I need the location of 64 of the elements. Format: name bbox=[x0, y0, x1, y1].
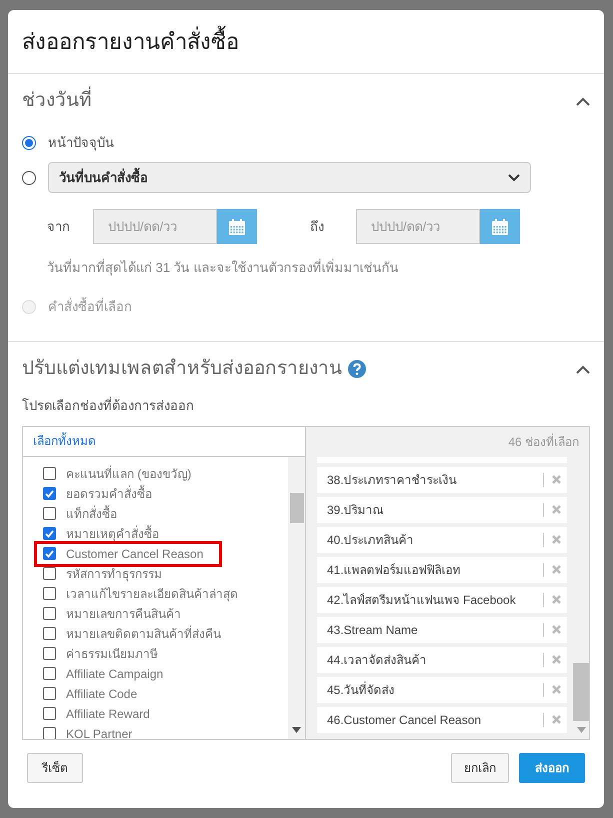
checkbox[interactable] bbox=[43, 547, 56, 560]
field-option[interactable]: แท็กสั่งซื้อ bbox=[41, 504, 133, 524]
radio-label: คำสั่งซื้อที่เลือก bbox=[48, 296, 132, 316]
field-option[interactable]: หมายเลขการคืนสินค้า bbox=[41, 604, 197, 624]
date-range-hint: วันที่มากที่สุดได้แก่ 31 วัน และจะใช้งานตัวกรองที่เพิ่มมาเช่นกัน bbox=[46, 258, 400, 278]
chevron-up-icon[interactable] bbox=[576, 364, 590, 374]
field-option[interactable]: KOL Partner bbox=[41, 724, 148, 738]
field-option[interactable]: เวลาแก้ไขรายละเอียดสินค้าล่าสุด bbox=[41, 584, 254, 604]
chosen-field-item[interactable]: 45.วันที่จัดส่ง bbox=[317, 676, 567, 702]
radio-button[interactable] bbox=[22, 136, 36, 150]
section-title: ปรับแต่งเทมเพลตสำหรับส่งออกรายงาน bbox=[22, 356, 342, 381]
scrollbar-thumb[interactable] bbox=[290, 492, 304, 522]
cancel-button[interactable]: ยกเลิก bbox=[451, 753, 509, 783]
chosen-field-item[interactable]: 40.ประเภทสินค้า bbox=[317, 526, 567, 552]
radio-label: หน้าปัจจุบัน bbox=[48, 134, 114, 152]
field-option[interactable]: Affiliate Campaign bbox=[41, 664, 180, 684]
checkbox[interactable] bbox=[43, 567, 56, 580]
chevron-up-icon[interactable] bbox=[576, 96, 590, 106]
dialog-title: ส่งออกรายงานคำสั่งซื้อ bbox=[22, 25, 239, 58]
field-option[interactable]: Affiliate Code bbox=[41, 684, 154, 704]
chosen-field-item[interactable]: 44.เวลาจัดส่งสินค้า bbox=[317, 646, 567, 672]
chosen-field-item[interactable]: 46.Customer Cancel Reason bbox=[317, 706, 567, 732]
calendar-icon bbox=[228, 218, 246, 234]
checkbox[interactable] bbox=[43, 707, 56, 720]
checkbox[interactable] bbox=[43, 687, 56, 700]
chosen-field-item[interactable]: 39.ปริมาณ bbox=[317, 496, 567, 522]
checkbox[interactable] bbox=[43, 527, 56, 540]
chevron-down-icon bbox=[508, 174, 520, 182]
checkbox[interactable] bbox=[43, 587, 56, 600]
checkbox[interactable] bbox=[43, 607, 56, 620]
date-label: จาก bbox=[47, 218, 71, 236]
section-title: ช่วงวันที่ bbox=[22, 86, 92, 116]
select-all-link[interactable]: เลือกทั้งหมด bbox=[33, 432, 96, 450]
field-option[interactable]: ยอดรวมคำสั่งซื้อ bbox=[41, 484, 168, 504]
field-option[interactable]: คะแนนที่แลก (ของขวัญ) bbox=[41, 464, 208, 484]
checkbox[interactable] bbox=[43, 627, 56, 640]
field-option[interactable]: Customer Cancel Reason bbox=[37, 544, 220, 564]
chosen-field-item[interactable]: 41.แพลตฟอร์มแอฟฟิลิเอท bbox=[317, 556, 567, 582]
scroll-down-arrow-icon[interactable] bbox=[292, 726, 301, 732]
chosen-field-item[interactable]: 42.ไลฟ์สตรีมหน้าแฟนเพจ Facebook bbox=[317, 586, 567, 612]
chosen-field-item[interactable]: 43.Stream Name bbox=[317, 616, 567, 642]
scrollbar-thumb[interactable] bbox=[573, 662, 589, 720]
calendar-icon bbox=[491, 218, 509, 234]
checkbox[interactable] bbox=[43, 647, 56, 660]
checkbox[interactable] bbox=[43, 727, 56, 738]
scrollbar[interactable] bbox=[288, 456, 305, 738]
field-option[interactable]: หมายเหตุคำสั่งซื้อ bbox=[41, 524, 175, 544]
checkbox[interactable] bbox=[43, 507, 56, 520]
checkbox[interactable] bbox=[43, 467, 56, 480]
chosen-field-item[interactable]: 38.ประเภทราคาชำระเงิน bbox=[317, 466, 567, 492]
field-option[interactable]: Affiliate Reward bbox=[41, 704, 166, 724]
field-option[interactable]: ค่าธรรมเนียมภาษี bbox=[41, 644, 174, 664]
radio-button[interactable] bbox=[22, 170, 36, 184]
checkbox[interactable] bbox=[43, 487, 56, 500]
field-option[interactable]: รหัสการทำธุรกรรม bbox=[41, 564, 178, 584]
section-subtitle: โปรดเลือกช่องที่ต้องการส่งออก bbox=[22, 396, 195, 415]
reset-button[interactable]: รีเซ็ต bbox=[27, 753, 83, 783]
help-icon[interactable] bbox=[348, 360, 366, 378]
export-button[interactable]: ส่งออก bbox=[519, 753, 585, 783]
date-label: ถึง bbox=[310, 218, 325, 236]
field-option[interactable]: หมายเลขติดตามสินค้าที่ส่งคืน bbox=[41, 624, 237, 644]
date-type-select[interactable]: วันที่บนคำสั่งซื้อ bbox=[48, 162, 531, 193]
checkbox[interactable] bbox=[43, 667, 56, 680]
selected-count: 46 ช่องที่เลือก bbox=[508, 432, 579, 450]
